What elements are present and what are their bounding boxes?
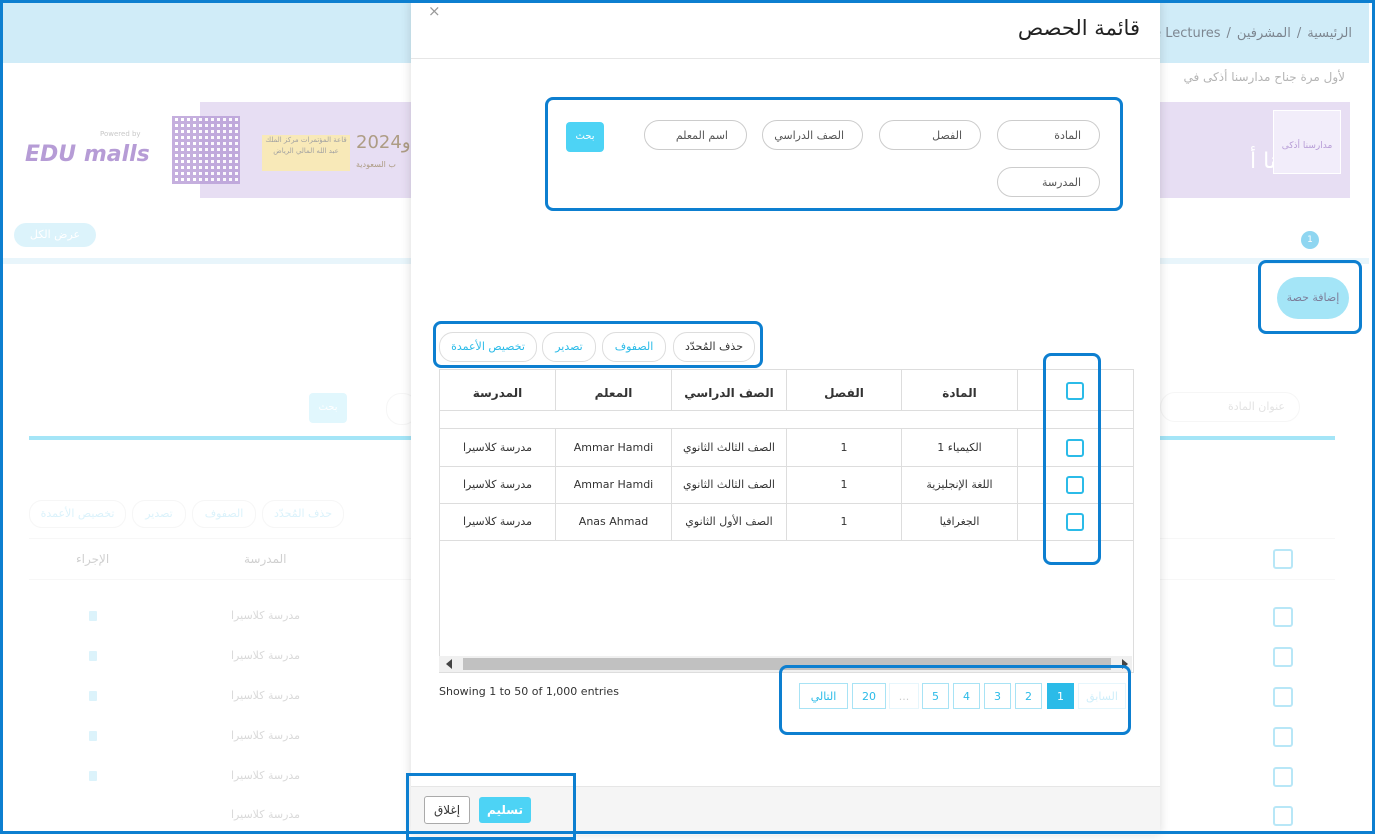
teacher-name-filter-input[interactable]: اسم المعلم [644,120,747,150]
pagination-ellipsis: ... [889,683,919,709]
column-divider [1017,428,1018,540]
rows-button[interactable]: الصفوف [602,332,666,362]
cell-subject: الجغرافيا [939,515,980,528]
close-icon[interactable]: × [428,2,441,20]
lectures-table: المدرسة المعلم الصف الدراسي الفصل المادة… [439,369,1134,673]
pagination-page-3[interactable]: 3 [984,683,1011,709]
modal-title: قائمة الحصص [1017,16,1140,40]
subject-filter-input[interactable]: المادة [997,120,1100,150]
pagination-page-20[interactable]: 20 [852,683,886,709]
pagination-page-2[interactable]: 2 [1015,683,1042,709]
cell-teacher: Anas Ahmad [578,515,649,528]
pagination-page-5[interactable]: 5 [922,683,949,709]
entries-info: Showing 1 to 50 of 1,000 entries [439,685,619,698]
pagination-next[interactable]: التالي [799,683,848,709]
grade-filter-input[interactable]: الصف الدراسي [762,120,863,150]
scroll-left-arrow-icon[interactable] [446,659,452,669]
submit-button[interactable]: تسليم [479,797,531,823]
horizontal-scrollbar[interactable] [439,656,1132,672]
cell-teacher: Ammar Hamdi [573,478,654,491]
delete-selected-button[interactable]: حذف المُحدّد [673,332,755,362]
header-divider [440,410,1133,411]
school-filter-input[interactable]: المدرسة [997,167,1100,197]
cell-school: مدرسة كلاسيرا [462,515,533,528]
cell-school: مدرسة كلاسيرا [462,478,533,491]
row-checkbox[interactable] [1066,439,1084,457]
modal-header: قائمة الحصص × [411,0,1160,59]
export-button[interactable]: تصدير [542,332,596,362]
row-checkbox[interactable] [1066,513,1084,531]
cell-grade: الصف الأول الثانوي [685,515,773,528]
lectures-list-modal: قائمة الحصص × المادة الفصل الصف الدراسي … [411,0,1160,835]
th-subject[interactable]: المادة [902,370,1018,410]
th-teacher[interactable]: المعلم [556,370,672,410]
scrollbar-thumb[interactable] [463,658,1111,670]
pagination-page-4[interactable]: 4 [953,683,980,709]
scroll-right-arrow-icon[interactable] [1122,659,1128,669]
search-button[interactable]: بحث [566,122,604,152]
cell-class: 1 [840,515,848,528]
cell-school: مدرسة كلاسيرا [462,441,533,454]
cell-teacher: Ammar Hamdi [573,441,654,454]
cell-class: 1 [840,478,848,491]
cell-subject: اللغة الإنجليزية [926,478,993,491]
cell-grade: الصف الثالث الثانوي [683,478,775,491]
th-school[interactable]: المدرسة [440,370,556,410]
close-button[interactable]: إغلاق [424,796,470,824]
class-filter-input[interactable]: الفصل [879,120,981,150]
cell-subject: الكيمياء 1 [937,441,982,454]
pagination-page-1[interactable]: 1 [1047,683,1074,709]
pagination-prev[interactable]: السابق [1078,683,1126,709]
select-all-checkbox[interactable] [1066,382,1084,400]
th-grade[interactable]: الصف الدراسي [672,370,787,410]
cell-grade: الصف الثالث الثانوي [683,441,775,454]
row-divider [440,540,1133,541]
row-checkbox[interactable] [1066,476,1084,494]
customize-columns-button[interactable]: تخصيص الأعمدة [439,332,537,362]
th-class[interactable]: الفصل [787,370,902,410]
cell-class: 1 [840,441,848,454]
